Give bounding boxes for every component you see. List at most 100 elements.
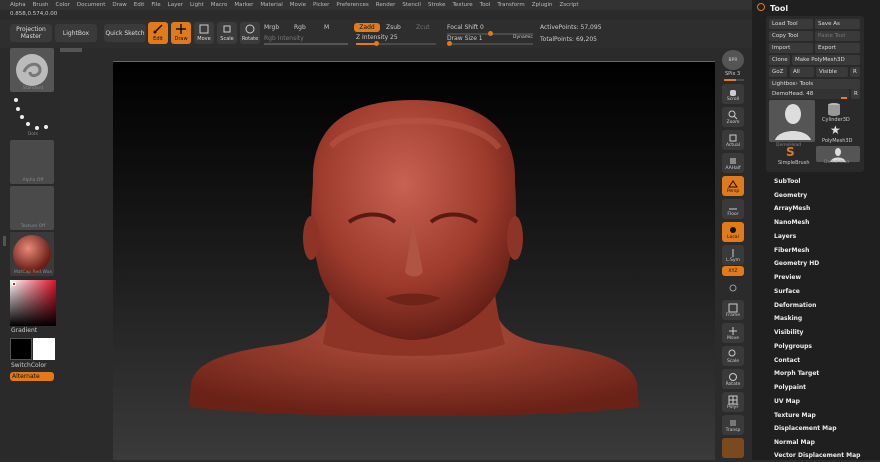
- aahalf-button[interactable]: AAHalf: [722, 153, 744, 173]
- menu-stroke[interactable]: Stroke: [428, 2, 446, 8]
- surface-section[interactable]: Surface: [774, 288, 800, 295]
- menu-color[interactable]: Color: [56, 2, 70, 8]
- layers-section[interactable]: Layers: [774, 233, 796, 240]
- ghost-button[interactable]: [722, 438, 744, 458]
- nanomesh-section[interactable]: NanoMesh: [774, 219, 809, 226]
- local-button[interactable]: Local: [722, 222, 744, 242]
- goz-visible-button[interactable]: Visible: [816, 67, 848, 77]
- arraymesh-section[interactable]: ArrayMesh: [774, 205, 810, 212]
- goz-r-button[interactable]: R: [850, 67, 860, 77]
- move-view-button[interactable]: Move: [722, 323, 744, 343]
- zsub-toggle[interactable]: Zsub: [386, 24, 401, 31]
- menu-edit[interactable]: Edit: [134, 2, 145, 8]
- menu-material[interactable]: Material: [260, 2, 282, 8]
- demohead-sculpt[interactable]: [113, 62, 715, 460]
- edit-mode-button[interactable]: Edit: [148, 22, 168, 44]
- rotate-view-button[interactable]: Rotate: [722, 369, 744, 389]
- actual-button[interactable]: Actual: [722, 130, 744, 150]
- menu-preferences[interactable]: Preferences: [336, 2, 368, 8]
- menu-zscript[interactable]: Zscript: [559, 2, 578, 8]
- menu-alpha[interactable]: Alpha: [10, 2, 26, 8]
- projection-master-button[interactable]: Projection Master: [10, 24, 52, 42]
- vector-displacement-map-section[interactable]: Vector Displacement Map: [774, 452, 860, 459]
- current-tool-r-button[interactable]: R: [851, 89, 860, 99]
- polypaint-section[interactable]: Polypaint: [774, 384, 806, 391]
- move-mode-button[interactable]: Move: [194, 22, 214, 44]
- switch-color-button[interactable]: SwitchColor: [11, 362, 47, 369]
- mrgb-toggle[interactable]: Mrgb: [264, 24, 279, 31]
- document-canvas[interactable]: [113, 62, 715, 460]
- tool-palette-title[interactable]: Tool: [770, 4, 788, 13]
- menu-picker[interactable]: Picker: [313, 2, 329, 8]
- floor-button[interactable]: Floor: [722, 199, 744, 219]
- scroll-button[interactable]: Scroll: [722, 84, 744, 104]
- geometry-section[interactable]: Geometry: [774, 192, 807, 199]
- zadd-toggle[interactable]: Zadd: [354, 23, 380, 32]
- menu-texture[interactable]: Texture: [453, 2, 473, 8]
- spix-slider[interactable]: [724, 79, 744, 81]
- menu-stencil[interactable]: Stencil: [402, 2, 421, 8]
- m-toggle[interactable]: M: [324, 24, 329, 31]
- texture-map-section[interactable]: Texture Map: [774, 412, 816, 419]
- quick-sketch-button[interactable]: Quick Sketch: [104, 24, 146, 42]
- current-tool-slider[interactable]: DemoHead. 48: [769, 89, 849, 99]
- alternate-button[interactable]: Alternate: [10, 372, 54, 381]
- rotate-axis-button[interactable]: [722, 278, 744, 298]
- copy-tool-button[interactable]: Copy Tool: [769, 31, 813, 41]
- contact-section[interactable]: Contact: [774, 357, 800, 364]
- persp-button[interactable]: Persp: [722, 176, 744, 196]
- morph-target-section[interactable]: Morph Target: [774, 370, 819, 377]
- draw-mode-button[interactable]: Draw: [171, 22, 191, 44]
- z-intensity-slider[interactable]: [356, 41, 436, 46]
- subtool-section[interactable]: SubTool: [774, 178, 800, 185]
- menu-movie[interactable]: Movie: [290, 2, 306, 8]
- import-button[interactable]: Import: [769, 43, 813, 53]
- spix-label[interactable]: SPix 3: [725, 71, 740, 77]
- paste-tool-button[interactable]: Paste Tool: [815, 31, 860, 41]
- normal-map-section[interactable]: Normal Map: [774, 439, 815, 446]
- menu-marker[interactable]: Marker: [234, 2, 253, 8]
- clone-button[interactable]: Clone: [769, 55, 790, 65]
- save-as-button[interactable]: Save As: [815, 19, 860, 29]
- left-shelf-handle[interactable]: [3, 236, 6, 246]
- gradient-label[interactable]: Gradient: [11, 327, 37, 334]
- menu-draw[interactable]: Draw: [112, 2, 126, 8]
- menu-macro[interactable]: Macro: [211, 2, 228, 8]
- polyf-button[interactable]: PolyF: [722, 392, 744, 412]
- frame-button[interactable]: Frame: [722, 300, 744, 320]
- zoom-button[interactable]: Zoom: [722, 107, 744, 127]
- deformation-section[interactable]: Deformation: [774, 302, 816, 309]
- menu-light[interactable]: Light: [190, 2, 204, 8]
- color-picker[interactable]: [10, 280, 56, 326]
- palette-dock-icon[interactable]: [757, 3, 765, 11]
- load-tool-button[interactable]: Load Tool: [769, 19, 813, 29]
- canvas-scroll-handle[interactable]: [60, 48, 82, 52]
- zcut-toggle[interactable]: Zcut: [416, 24, 430, 31]
- polygroups-section[interactable]: Polygroups: [774, 343, 812, 350]
- menu-layer[interactable]: Layer: [168, 2, 183, 8]
- geometry-hd-section[interactable]: Geometry HD: [774, 260, 819, 267]
- make-polymesh-button[interactable]: Make PolyMesh3D: [792, 55, 860, 65]
- draw-size-slider[interactable]: [447, 41, 533, 46]
- menu-document[interactable]: Document: [77, 2, 106, 8]
- preview-section[interactable]: Preview: [774, 274, 801, 281]
- lsym-button[interactable]: L.Sym: [722, 245, 744, 265]
- bpr-button[interactable]: BPR: [722, 50, 744, 70]
- polymesh-star-icon[interactable]: ★: [830, 124, 842, 136]
- rotate-mode-button[interactable]: Rotate: [240, 22, 260, 44]
- menu-tool[interactable]: Tool: [480, 2, 491, 8]
- menu-zplugin[interactable]: Zplugin: [532, 2, 553, 8]
- dynamic-toggle[interactable]: Dynamic: [513, 35, 533, 40]
- goz-button[interactable]: GoZ: [769, 67, 787, 77]
- tool-cylinder-thumb[interactable]: [826, 102, 842, 116]
- export-button[interactable]: Export: [815, 43, 860, 53]
- uv-map-section[interactable]: UV Map: [774, 398, 800, 405]
- rgb-intensity-slider[interactable]: [264, 43, 348, 45]
- lightbox-tools-button[interactable]: Lightbox› Tools: [769, 79, 860, 89]
- secondary-color-swatch[interactable]: [33, 338, 55, 360]
- main-color-swatch[interactable]: [10, 338, 32, 360]
- scale-view-button[interactable]: Scale: [722, 346, 744, 366]
- scale-mode-button[interactable]: Scale: [217, 22, 237, 44]
- goz-all-button[interactable]: All: [790, 67, 814, 77]
- xyz-button[interactable]: XYZ: [722, 266, 744, 276]
